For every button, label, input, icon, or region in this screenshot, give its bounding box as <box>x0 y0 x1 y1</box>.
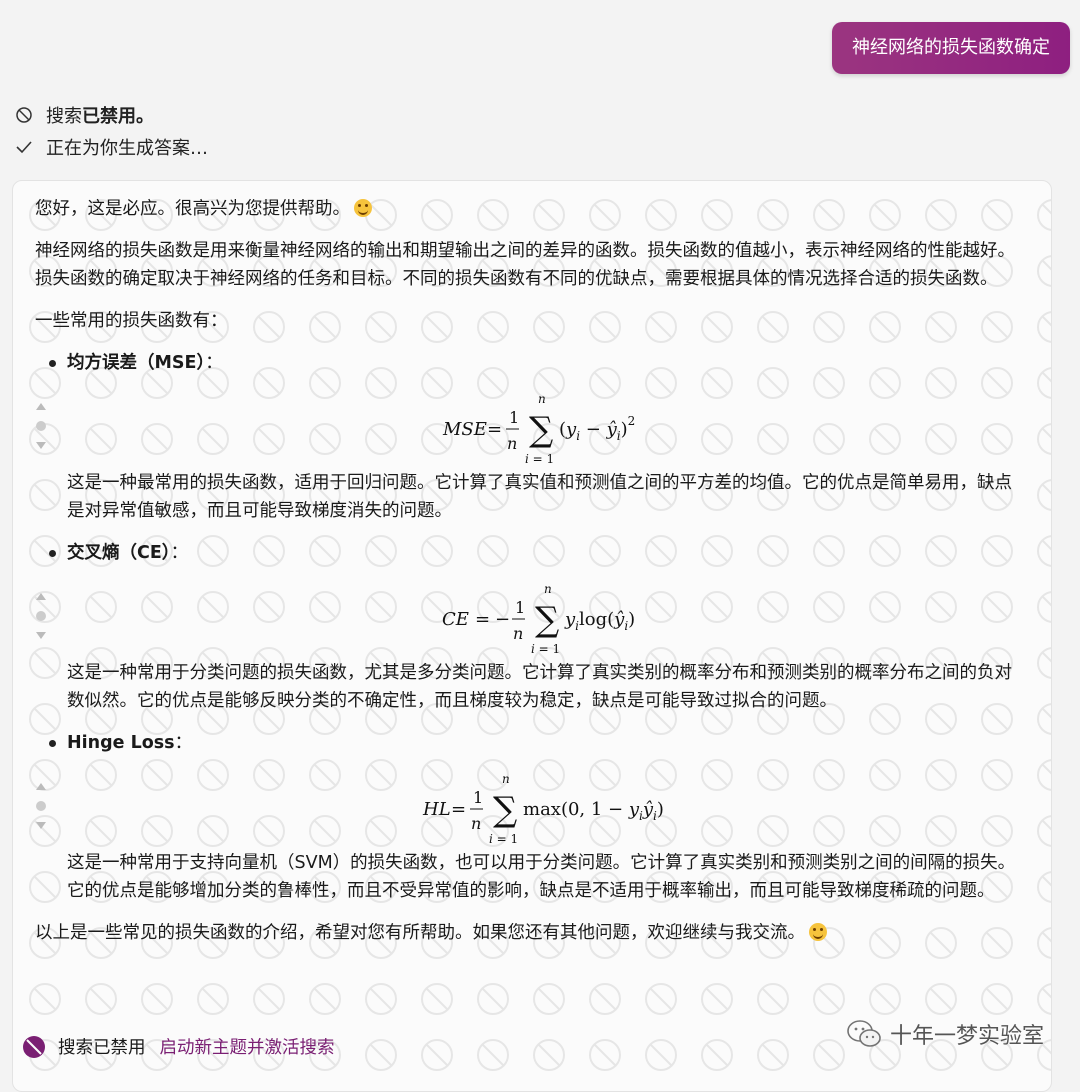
svg-text:yilog(ŷi): yilog(ŷi) <box>564 609 635 633</box>
svg-text:=: = <box>487 419 502 440</box>
formula-scroll-icon[interactable] <box>35 401 47 451</box>
mse-description: 这是一种最常用的损失函数，适用于回归问题。它计算了真实值和预测值之间的平方差的均… <box>67 473 1012 521</box>
list-item-hinge-title: Hinge Loss： <box>35 729 1025 757</box>
wechat-account-name: 十年一梦实验室 <box>889 1024 1044 1049</box>
footer-status: 搜索已禁用 启动新主题并激活搜索 <box>22 1034 335 1059</box>
footer-status-text: 搜索已禁用 <box>58 1038 146 1058</box>
svg-text:1: 1 <box>473 788 483 807</box>
intro-paragraph: 神经网络的损失函数是用来衡量神经网络的输出和期望输出之间的差异的函数。损失函数的… <box>35 241 1015 289</box>
generating-status-row: 正在为你生成答案… <box>14 134 208 160</box>
svg-text:1: 1 <box>515 598 525 617</box>
ce-colon: ： <box>170 543 189 563</box>
svg-text:n: n <box>513 624 523 643</box>
svg-text:∑: ∑ <box>529 410 553 450</box>
ce-formula-label: CE <box>442 609 469 630</box>
svg-text:n: n <box>471 814 481 833</box>
wechat-icon <box>847 1020 881 1047</box>
search-status-bold: 已禁用。 <box>82 106 154 127</box>
search-disabled-icon <box>14 105 34 125</box>
svg-text:1: 1 <box>509 408 519 427</box>
formula-scroll-icon[interactable] <box>35 781 47 831</box>
svg-text:i = 1: i = 1 <box>531 642 560 656</box>
conclusion-text: 以上是一些常见的损失函数的介绍，希望对您有所帮助。如果您还有其他问题，欢迎继续与… <box>35 923 805 943</box>
svg-text:i = 1: i = 1 <box>525 452 554 466</box>
smile-emoji-icon <box>809 923 827 941</box>
mse-formula: MSE = 1 n ∑ n i = 1 (yi − ŷi)2 <box>35 377 1025 469</box>
hinge-formula-label: HL <box>422 799 451 820</box>
ce-description: 这是一种常用于分类问题的损失函数，尤其是多分类问题。它计算了真实类别的概率分布和… <box>67 663 1012 711</box>
svg-text:n: n <box>544 582 552 596</box>
svg-text:∑: ∑ <box>535 600 559 640</box>
svg-text:=: = <box>451 799 466 820</box>
conclusion-paragraph: 以上是一些常见的损失函数的介绍，希望对您有所帮助。如果您还有其他问题，欢迎继续与… <box>35 919 1025 947</box>
hinge-colon: ： <box>174 733 193 753</box>
checkmark-icon <box>14 137 34 157</box>
svg-text:=: = <box>475 609 490 630</box>
svg-text:max(0, 1 − yiŷi): max(0, 1 − yiŷi) <box>523 799 664 823</box>
search-status-row: 搜索 已禁用。 <box>14 102 154 128</box>
search-status-prefix: 搜索 <box>46 106 82 127</box>
hinge-title: Hinge Loss <box>67 733 175 753</box>
new-topic-link[interactable]: 启动新主题并激活搜索 <box>160 1034 335 1059</box>
list-item-mse-title: 均方误差（MSE）： <box>35 349 1025 377</box>
answer-card: 您好，这是必应。很高兴为您提供帮助。 神经网络的损失函数是用来衡量神经网络的输出… <box>12 180 1052 1092</box>
smile-emoji-icon <box>354 199 372 217</box>
svg-text:n: n <box>507 434 517 453</box>
hinge-formula: HL = 1 n ∑ n i = 1 max(0, 1 − yiŷi) <box>35 757 1025 849</box>
svg-text:(yi − ŷi)2: (yi − ŷi)2 <box>559 414 635 443</box>
hinge-description: 这是一种常用于支持向量机（SVM）的损失函数，也可以用于分类问题。它计算了真实类… <box>67 853 1016 901</box>
svg-text:−: − <box>495 609 510 630</box>
mse-title: 均方误差（MSE） <box>67 353 206 373</box>
answer-content: 您好，这是必应。很高兴为您提供帮助。 神经网络的损失函数是用来衡量神经网络的输出… <box>35 195 1025 947</box>
list-intro: 一些常用的损失函数有： <box>35 311 228 331</box>
svg-text:n: n <box>502 772 510 786</box>
greeting-text: 您好，这是必应。很高兴为您提供帮助。 <box>35 199 350 219</box>
svg-text:∑: ∑ <box>493 790 517 830</box>
mse-formula-label: MSE <box>442 419 487 440</box>
ce-formula: CE = − 1 n ∑ n i = 1 yilog(ŷi) <box>35 567 1025 659</box>
user-query-bubble: 神经网络的损失函数确定 <box>832 22 1070 74</box>
search-disabled-icon <box>23 1035 45 1058</box>
mse-colon: ： <box>205 353 223 373</box>
svg-text:n: n <box>538 392 546 406</box>
ce-title: 交叉熵（CE） <box>67 543 171 563</box>
formula-scroll-icon[interactable] <box>35 591 47 641</box>
greeting-paragraph: 您好，这是必应。很高兴为您提供帮助。 <box>35 195 1025 223</box>
svg-text:i = 1: i = 1 <box>489 832 518 846</box>
list-item-ce-title: 交叉熵（CE）： <box>35 539 1025 567</box>
generating-status-text: 正在为你生成答案… <box>46 138 208 159</box>
wechat-watermark: 十年一梦实验室 <box>846 1018 1044 1050</box>
